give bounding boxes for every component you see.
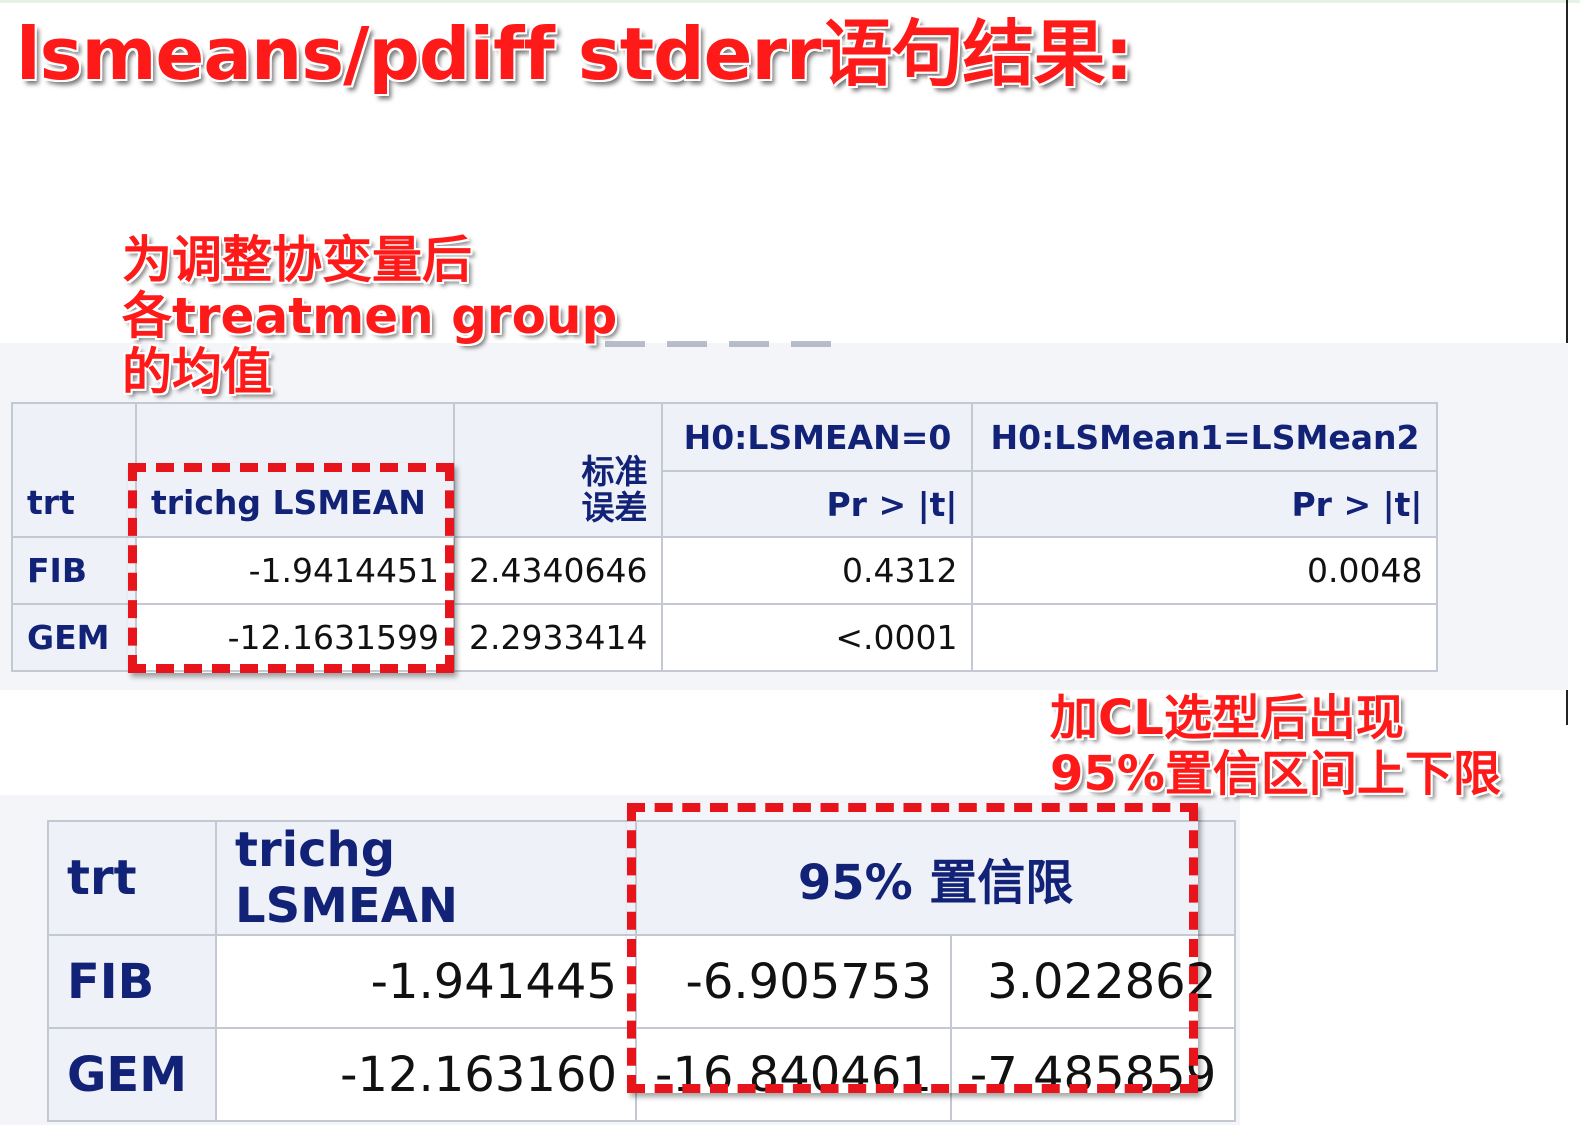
header-lsmean: trichg LSMEAN <box>135 402 455 538</box>
cell-stderr: 2.2933414 <box>452 603 664 672</box>
header-stderr: 标准 误差 <box>452 402 664 538</box>
row-label-gem: GEM <box>47 1027 217 1122</box>
cell-p-diff: 0.0048 <box>971 536 1439 605</box>
cell-upper-cl: 3.022862 <box>949 934 1237 1029</box>
lsmean-annotation: 为调整协变量后 各treatmen group 的均值 <box>122 232 617 400</box>
cell-stderr: 2.4340646 <box>452 536 664 605</box>
annotation-line: 的均值 <box>122 343 272 401</box>
cl-annotation: 加CL选型后出现 95%置信区间上下限 <box>1050 690 1501 802</box>
annotation-line: 为调整协变量后 <box>122 231 472 289</box>
annotation-line: 加CL选型后出现 <box>1050 690 1404 746</box>
header-95-cl: 95% 置信限 <box>634 820 1237 936</box>
cell-p-zero: 0.4312 <box>661 536 974 605</box>
cell-lower-cl: -6.905753 <box>635 934 952 1029</box>
cell-lsmean: -12.163160 <box>215 1027 637 1122</box>
top-rule <box>0 0 1580 3</box>
cell-lsmean: -1.941445 <box>215 934 637 1029</box>
table-row: GEM -12.163160 -16.840461 -7.485859 <box>47 1027 1237 1122</box>
header-stderr-line1: 标准 <box>581 452 648 491</box>
table-row: FIB -1.9414451 2.4340646 0.4312 0.0048 <box>11 536 1439 605</box>
row-label-gem: GEM <box>11 603 137 672</box>
slide-title: lsmeans/pdiff stderr语句结果: <box>16 12 1133 96</box>
row-label-fib: FIB <box>47 934 217 1029</box>
lsmeans-table: trt trichg LSMEAN 标准 误差 H0:LSMEAN=0 H0:L… <box>11 402 1439 672</box>
header-trt: trt <box>47 820 217 936</box>
row-label-fib: FIB <box>11 536 137 605</box>
header-pr-t-diff: Pr > |t| <box>971 470 1439 538</box>
cell-p-zero: <.0001 <box>661 603 974 672</box>
header-h0-lsmean-diff: H0:LSMean1=LSMean2 <box>971 402 1439 472</box>
table-row: FIB -1.941445 -6.905753 3.022862 <box>47 934 1237 1029</box>
header-lsmean: trichg LSMEAN <box>215 820 637 936</box>
cropped-caption-remnant <box>605 341 840 347</box>
header-h0-lsmean-zero: H0:LSMEAN=0 <box>661 402 974 472</box>
cell-p-diff <box>971 603 1439 672</box>
header-trt: trt <box>11 402 137 538</box>
cell-upper-cl: -7.485859 <box>949 1027 1237 1122</box>
cell-lsmean: -12.1631599 <box>135 603 455 672</box>
header-pr-t-zero: Pr > |t| <box>661 470 974 538</box>
cell-lower-cl: -16.840461 <box>635 1027 952 1122</box>
annotation-line: 各treatmen group <box>122 287 618 345</box>
cell-lsmean: -1.9414451 <box>135 536 455 605</box>
annotation-line: 95%置信区间上下限 <box>1050 746 1501 802</box>
confidence-limits-table: trt trichg LSMEAN 95% 置信限 FIB -1.941445 … <box>47 820 1237 1122</box>
header-stderr-line2: 误差 <box>581 488 648 527</box>
table-row: GEM -12.1631599 2.2933414 <.0001 <box>11 603 1439 672</box>
